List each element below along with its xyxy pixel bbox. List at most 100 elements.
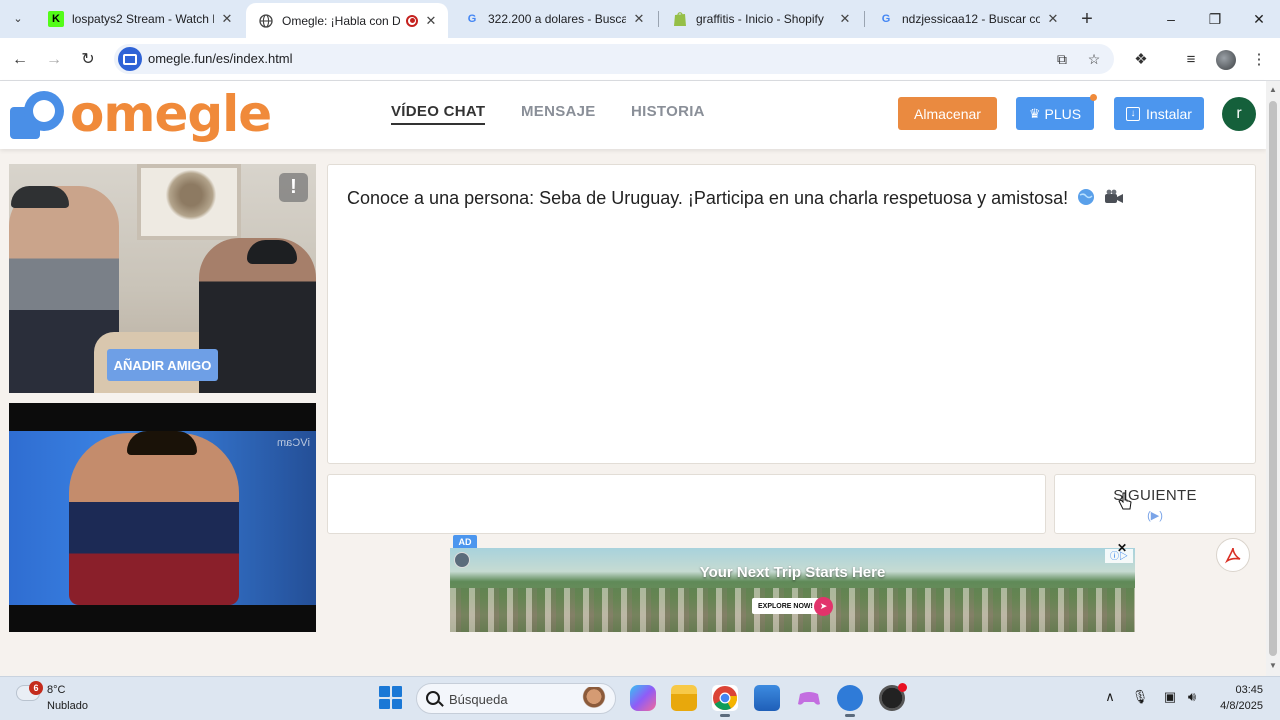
chat-log: Conoce a una persona: Seba de Uruguay. ¡… xyxy=(327,164,1256,464)
taskbar-search[interactable]: Búsqueda xyxy=(416,683,616,714)
remote-person-cap xyxy=(11,186,69,208)
install-button-label: Instalar xyxy=(1146,105,1192,122)
ad-headline: Your Next Trip Starts Here xyxy=(699,564,886,581)
gaming-controller-icon[interactable] xyxy=(796,685,822,711)
plus-button-label: PLUS xyxy=(1044,105,1082,122)
message-input[interactable] xyxy=(327,474,1046,534)
google-favicon-icon: G xyxy=(881,13,891,25)
tab-divider xyxy=(658,11,659,27)
nav-video-chat[interactable]: VÍDEO CHAT xyxy=(391,103,486,125)
wall-picture xyxy=(137,164,241,240)
close-tab-icon[interactable]: ✕ xyxy=(836,10,854,28)
bookmark-star-icon[interactable]: ☆ xyxy=(1084,49,1104,69)
next-play-icon: (▶) xyxy=(1147,510,1163,522)
browser-menu-icon[interactable]: ⋮ xyxy=(1248,49,1270,71)
add-friend-button[interactable]: AÑADIR AMIGO xyxy=(107,349,218,381)
ad-banner[interactable]: Your Next Trip Starts Here EXPLORE NOW! … xyxy=(450,548,1135,632)
scroll-down-icon[interactable]: ▼ xyxy=(1268,661,1278,671)
taskbar-search-placeholder: Búsqueda xyxy=(449,692,508,707)
pdf-icon[interactable] xyxy=(1216,538,1250,572)
tab-title: graffitis - Inicio - Shopify xyxy=(696,12,824,26)
volume-icon[interactable]: 🔊︎ xyxy=(1183,689,1201,705)
tab-title: Omegle: ¡Habla con Des xyxy=(282,13,400,28)
windows-start-icon[interactable] xyxy=(379,686,402,709)
globe-emoji-icon xyxy=(1077,188,1095,206)
remote-person-beanie xyxy=(247,240,297,264)
omegle-logo-icon[interactable] xyxy=(8,87,66,143)
notification-dot xyxy=(898,683,907,692)
webcam-app-icon[interactable] xyxy=(837,685,863,717)
install-app-icon[interactable]: ⧉ xyxy=(1052,49,1072,69)
browser-toolbar: ← → ↻ omegle.fun/es/index.html ⧉ ☆ ❖ ≡ ⋮ xyxy=(0,38,1280,81)
clock-date[interactable]: 4/8/2025 xyxy=(1210,700,1263,712)
store-button[interactable]: Almacenar xyxy=(898,97,997,130)
search-highlight-art xyxy=(579,687,609,711)
back-arrow-icon[interactable]: ← xyxy=(8,48,32,72)
recorder-app-icon[interactable] xyxy=(879,683,907,711)
omegle-logo-text[interactable]: omegle xyxy=(70,85,272,143)
close-tab-icon[interactable]: ✕ xyxy=(218,10,236,28)
weather-badge: 6 xyxy=(29,681,43,695)
minimize-icon[interactable]: – xyxy=(1156,6,1186,32)
scroll-thumb[interactable] xyxy=(1269,101,1277,656)
restore-icon[interactable]: ❐ xyxy=(1200,6,1230,32)
weather-temperature[interactable]: 8°C xyxy=(47,684,65,696)
url-text: omegle.fun/es/index.html xyxy=(148,51,293,66)
plus-button[interactable]: ♛ PLUS xyxy=(1016,94,1097,130)
browser-tab-kick[interactable]: K lospatys2 Stream - Watch Li ✕ xyxy=(36,4,244,34)
nav-message[interactable]: MENSAJE xyxy=(521,103,596,120)
search-icon xyxy=(426,691,440,705)
globe-favicon-icon xyxy=(258,13,274,29)
windows-taskbar: 6 8°C Nublado Búsqueda ∧ 🎙︎ ▣ 🔊︎ 03:45 4… xyxy=(0,676,1280,720)
close-tab-icon[interactable]: ✕ xyxy=(422,12,440,30)
send-arrow-icon[interactable]: ➤ xyxy=(814,597,833,616)
copilot-app-icon[interactable] xyxy=(630,685,656,711)
tray-overflow-chevron-icon[interactable]: ∧ xyxy=(1101,689,1119,705)
close-tab-icon[interactable]: ✕ xyxy=(630,10,648,28)
notification-dot xyxy=(1090,94,1097,101)
forward-arrow-icon[interactable]: → xyxy=(42,48,66,72)
weather-condition[interactable]: Nublado xyxy=(47,700,88,712)
local-person-hair xyxy=(127,431,197,455)
local-person xyxy=(69,433,239,605)
chrome-app-icon[interactable] xyxy=(712,685,738,717)
address-bar[interactable]: omegle.fun/es/index.html ⧉ ☆ xyxy=(114,44,1114,74)
next-button[interactable]: SIGUIENTE (▶) xyxy=(1054,474,1256,534)
browser-tabstrip: ⌄ K lospatys2 Stream - Watch Li ✕ Omegle… xyxy=(0,0,1280,38)
scroll-up-icon[interactable]: ▲ xyxy=(1268,85,1278,95)
camera-watermark: iVCam xyxy=(276,437,310,449)
tab-title: 322.200 a dolares - Buscar c xyxy=(488,12,626,26)
user-avatar[interactable]: r xyxy=(1222,97,1256,131)
network-icon[interactable]: ▣ xyxy=(1161,689,1179,705)
install-button[interactable]: ↓ Instalar xyxy=(1114,97,1204,130)
window-close-icon[interactable]: ✕ xyxy=(1244,6,1274,32)
browser-tab-omegle[interactable]: Omegle: ¡Habla con Des ✕ xyxy=(246,3,448,38)
local-video: iVCam xyxy=(9,403,316,632)
ad-cta-button[interactable]: EXPLORE NOW! xyxy=(752,598,819,614)
new-tab-plus-icon[interactable]: + xyxy=(1076,8,1098,30)
microsoft-store-icon[interactable] xyxy=(754,685,780,711)
tab-title: lospatys2 Stream - Watch Li xyxy=(72,12,214,26)
microphone-icon[interactable]: 🎙︎ xyxy=(1131,689,1149,705)
nav-history[interactable]: HISTORIA xyxy=(631,103,705,120)
recording-indicator-icon xyxy=(406,14,418,27)
clock-time[interactable]: 03:45 xyxy=(1227,684,1263,696)
browser-tab-google-1[interactable]: G 322.200 a dolares - Buscar c ✕ xyxy=(452,4,656,34)
ad-close-icon[interactable]: ✕ xyxy=(1115,541,1129,555)
extensions-puzzle-icon[interactable]: ❖ xyxy=(1130,49,1152,71)
ad-label: AD xyxy=(453,535,477,548)
page-scrollbar[interactable]: ▲ ▼ xyxy=(1266,81,1280,676)
browser-tab-google-2[interactable]: G ndzjessicaa12 - Buscar con G ✕ xyxy=(866,4,1070,34)
site-info-icon[interactable] xyxy=(118,47,142,71)
reload-icon[interactable]: ↻ xyxy=(76,48,100,72)
browser-tab-shopify[interactable]: graffitis - Inicio - Shopify ✕ xyxy=(660,4,862,34)
report-button[interactable]: ! xyxy=(279,173,308,202)
download-box-icon: ↓ xyxy=(1126,106,1141,121)
file-explorer-icon[interactable] xyxy=(671,685,697,711)
remote-video: ! AÑADIR AMIGO xyxy=(9,164,316,393)
media-controls-icon[interactable]: ≡ xyxy=(1180,49,1202,71)
system-message: Conoce a una persona: Seba de Uruguay. ¡… xyxy=(347,188,1124,209)
tab-search-icon[interactable]: ⌄ xyxy=(8,9,28,29)
browser-profile-avatar[interactable] xyxy=(1216,50,1236,70)
close-tab-icon[interactable]: ✕ xyxy=(1044,10,1062,28)
